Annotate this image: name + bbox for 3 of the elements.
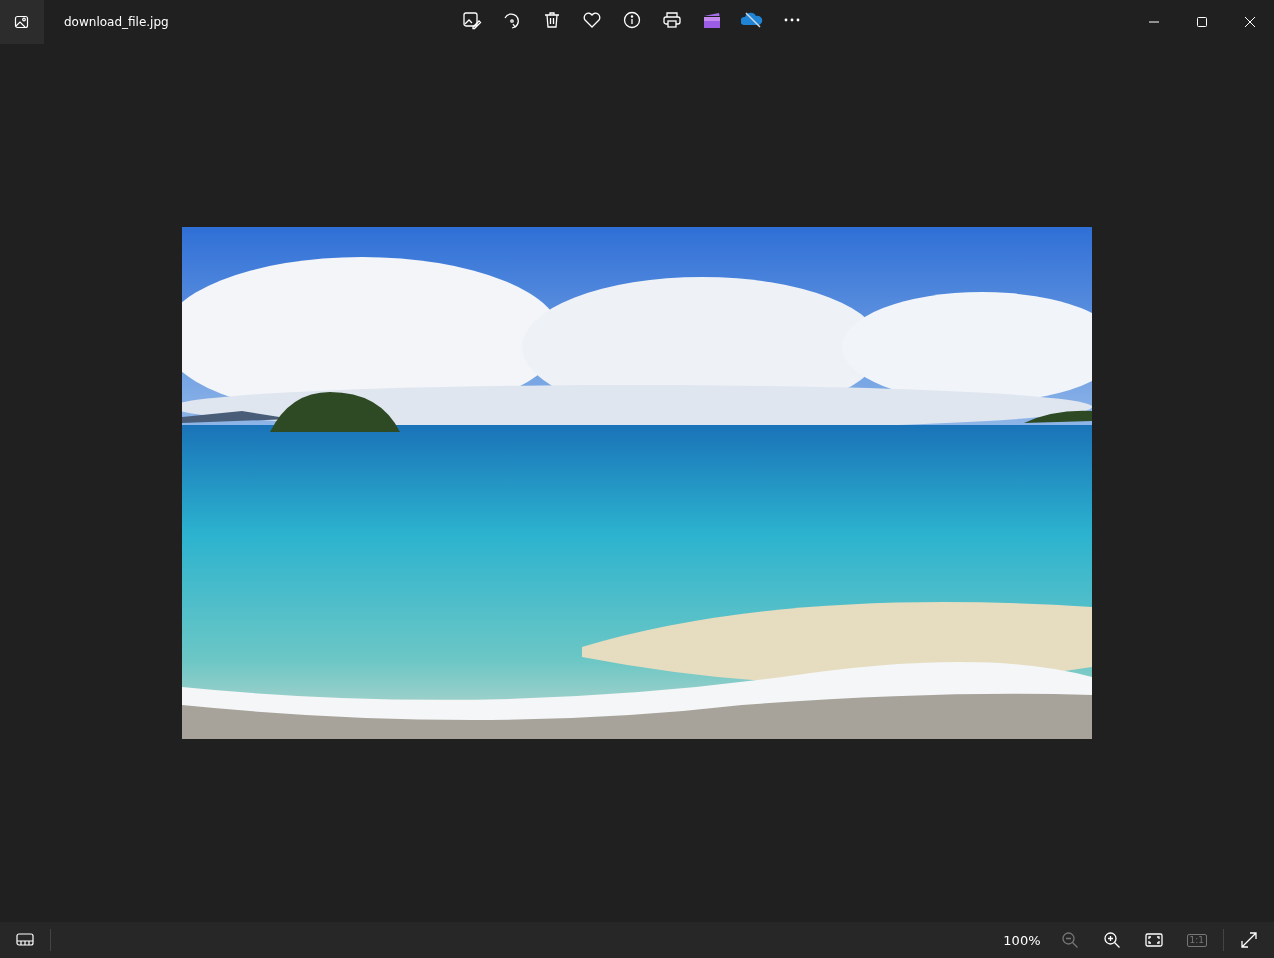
app-logo-icon[interactable] bbox=[0, 0, 44, 44]
window-title: download_file.jpg bbox=[64, 15, 169, 29]
zoom-level: 100% bbox=[1003, 932, 1041, 948]
